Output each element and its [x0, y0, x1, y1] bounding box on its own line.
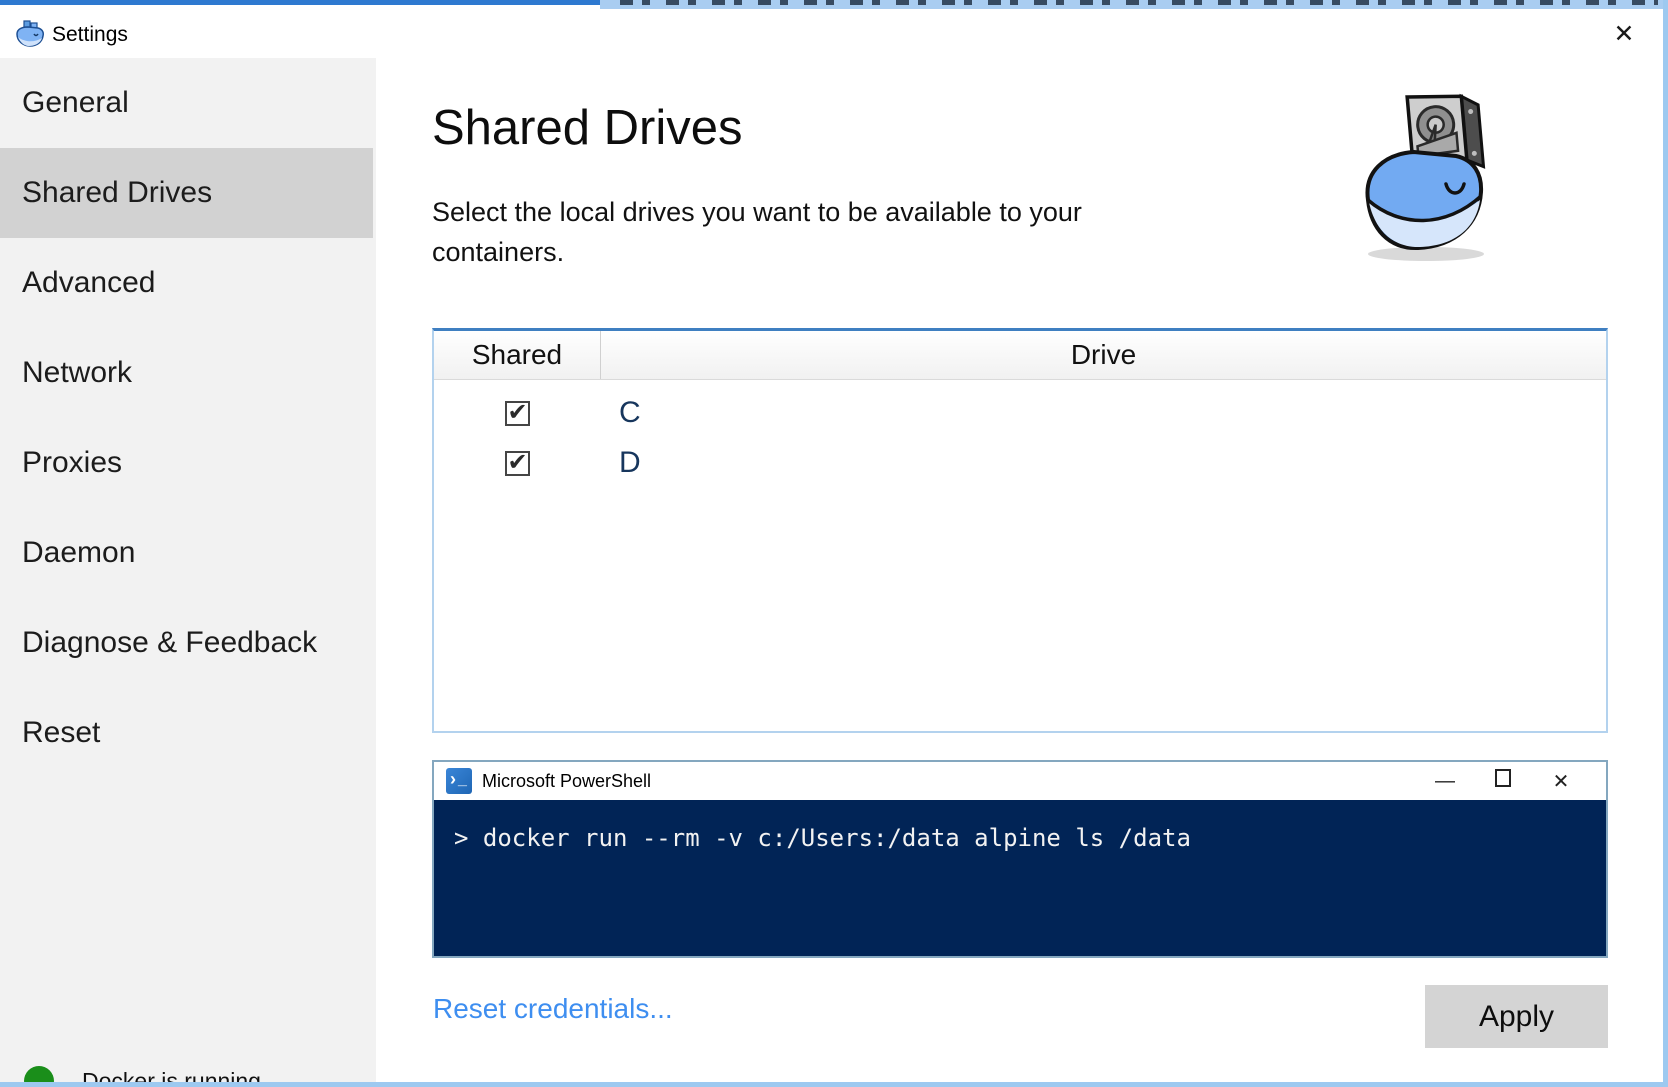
powershell-titlebar: › _ Microsoft PowerShell — ✕ [434, 762, 1606, 800]
window-close-icon[interactable]: ✕ [1602, 15, 1646, 53]
shared-cell: ✔ [434, 400, 601, 426]
powershell-window-controls: — ✕ [1416, 762, 1590, 800]
sidebar-item-diagnose-feedback[interactable]: Diagnose & Feedback [0, 598, 376, 688]
drive-letter: C [619, 396, 641, 429]
background-window-artifact [0, 0, 1668, 9]
docker-whale-icon [16, 20, 44, 47]
drive-letter: D [619, 446, 641, 479]
sidebar-item-daemon[interactable]: Daemon [0, 508, 376, 598]
console-command-text: > docker run --rm -v c:/Users:/data alpi… [454, 824, 1191, 852]
table-rows: ✔ C ✔ D [434, 380, 1606, 488]
sidebar-item-advanced[interactable]: Advanced [0, 238, 376, 328]
shared-drives-table: Shared Drive ✔ C ✔ D [432, 328, 1608, 733]
clipped-text-marks [620, 0, 1658, 5]
window-border-right [1663, 0, 1668, 1087]
table-row-drive-c[interactable]: ✔ C [434, 388, 1606, 438]
maximize-icon[interactable] [1474, 769, 1532, 793]
checkbox-drive-d[interactable]: ✔ [505, 450, 530, 476]
apply-button[interactable]: Apply [1425, 985, 1608, 1048]
sidebar-item-general[interactable]: General [0, 58, 376, 148]
close-icon[interactable]: ✕ [1532, 769, 1590, 794]
sidebar-item-proxies[interactable]: Proxies [0, 418, 376, 508]
background-window-edge [0, 0, 600, 5]
sidebar-item-network[interactable]: Network [0, 328, 376, 418]
minimize-icon[interactable]: — [1416, 770, 1474, 793]
window-border-bottom [0, 1082, 1668, 1087]
powershell-example-window: › _ Microsoft PowerShell — ✕ > docker ru… [432, 760, 1608, 958]
titlebar: Settings ✕ [0, 9, 1668, 58]
column-header-shared: Shared [434, 331, 601, 379]
sidebar: General Shared Drives Advanced Network P… [0, 58, 376, 1087]
window-title: Settings [52, 23, 128, 46]
powershell-icon: › _ [446, 768, 472, 794]
powershell-title: Microsoft PowerShell [482, 770, 652, 791]
page-description: Select the local drives you want to be a… [432, 197, 1082, 267]
background-window-clipped-text [600, 0, 1668, 9]
checkbox-drive-c[interactable]: ✔ [505, 400, 530, 426]
shared-cell: ✔ [434, 450, 601, 476]
table-header-row: Shared Drive [434, 331, 1606, 380]
sidebar-item-shared-drives[interactable]: Shared Drives [0, 148, 373, 238]
page-title: Shared Drives [432, 101, 743, 155]
docker-whale-harddrive-illustration [1365, 93, 1486, 261]
reset-credentials-link[interactable]: Reset credentials... [433, 993, 673, 1025]
table-row-drive-d[interactable]: ✔ D [434, 438, 1606, 488]
sidebar-item-reset[interactable]: Reset [0, 688, 376, 778]
settings-window: Settings ✕ General Shared Drives Advance… [0, 0, 1668, 1087]
column-header-drive: Drive [1070, 339, 1137, 370]
powershell-console[interactable]: > docker run --rm -v c:/Users:/data alpi… [434, 800, 1606, 956]
